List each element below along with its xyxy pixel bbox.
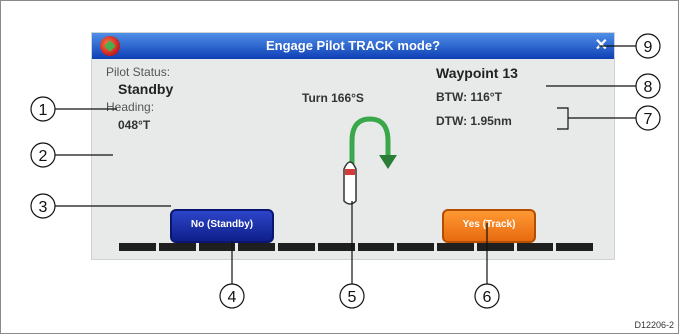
callout-7: 7 <box>644 111 653 128</box>
callout-9: 9 <box>644 39 653 56</box>
figure-frame: Engage Pilot TRACK mode? ✕ Pilot Status:… <box>0 0 679 334</box>
callout-1: 1 <box>39 102 48 119</box>
callout-2: 2 <box>39 148 48 165</box>
figure-code: D12206-2 <box>634 320 674 330</box>
callout-3: 3 <box>39 199 48 216</box>
callout-4: 4 <box>228 289 237 306</box>
callout-overlay: 1 2 3 4 5 6 7 8 9 <box>30 33 661 309</box>
callout-5: 5 <box>348 289 357 306</box>
callout-6: 6 <box>483 289 492 306</box>
callout-8: 8 <box>644 79 653 96</box>
